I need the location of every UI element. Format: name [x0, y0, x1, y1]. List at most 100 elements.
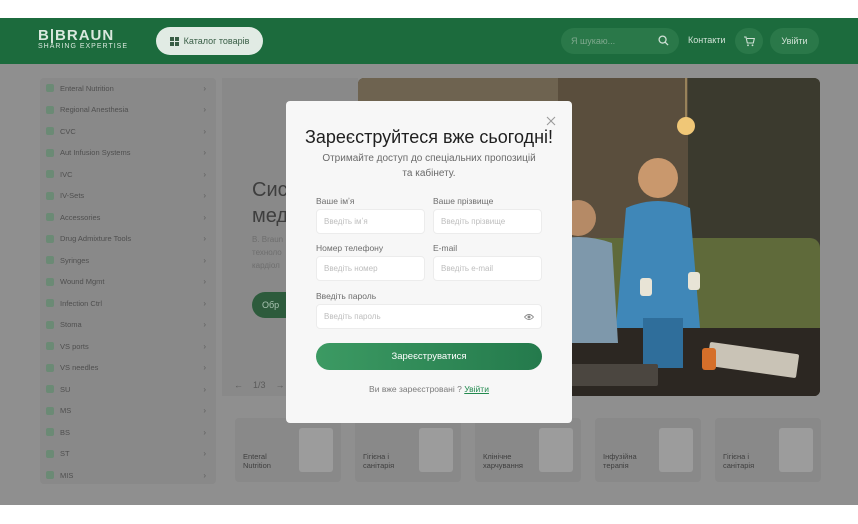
sidebar-item-label: CVC [60, 126, 76, 136]
category-card-label: Інфузійна терапія [603, 452, 637, 470]
password-label: Введіть пароль [316, 291, 377, 301]
search-icon[interactable] [658, 35, 669, 46]
sidebar-item[interactable]: Regional Anesthesia › [46, 103, 212, 117]
sidebar-item[interactable]: CVC › [46, 124, 212, 138]
chevron-right-icon: › [203, 470, 206, 480]
sidebar-item[interactable]: Accessories › [46, 210, 212, 224]
hero-cta-button[interactable]: Обр [252, 292, 288, 318]
category-card[interactable]: Гігієна і санітарія [715, 418, 821, 482]
sidebar-item[interactable]: Drug Admixture Tools › [46, 232, 212, 246]
sidebar-item-label: IVC [60, 169, 73, 179]
category-icon [46, 320, 54, 329]
first-name-field[interactable]: Введіть імʼя [316, 209, 425, 234]
signin-link[interactable]: Увійти [464, 384, 489, 394]
product-thumbnail [659, 428, 693, 472]
category-icon [46, 299, 54, 307]
category-card[interactable]: Enteral Nutrition [235, 418, 341, 482]
close-icon[interactable] [545, 115, 557, 127]
category-icon [46, 385, 54, 393]
category-card[interactable]: Клінічне харчування [475, 418, 581, 482]
sidebar-item-label: MS [60, 406, 72, 415]
category-card[interactable]: Гігієна і санітарія [355, 418, 461, 482]
chevron-right-icon: › [203, 406, 206, 415]
hero-text-line: кардіол [252, 261, 280, 270]
category-icon [46, 170, 54, 178]
sidebar-item[interactable]: Enteral Nutrition › [46, 81, 212, 95]
category-icon [46, 342, 54, 350]
email-field[interactable]: Введіть e-mail [433, 256, 542, 281]
sidebar-item[interactable]: IVC › [46, 167, 212, 181]
catalog-button[interactable]: Каталог товарів [156, 27, 263, 55]
category-icon [46, 406, 54, 415]
sidebar-item[interactable]: MIS › [46, 468, 212, 482]
category-card[interactable]: Інфузійна терапія [595, 418, 701, 482]
category-icon [46, 148, 54, 157]
chevron-right-icon: › [203, 449, 206, 458]
sidebar-item[interactable]: Syringes › [46, 253, 212, 267]
contacts-link[interactable]: Контакти [688, 35, 725, 45]
sidebar-item[interactable]: VS needles › [46, 361, 212, 375]
phone-placeholder: Введіть номер [324, 264, 378, 273]
hero-text-line: B. Braun [252, 235, 284, 244]
eye-icon[interactable] [524, 313, 534, 321]
sidebar-item-label: VS needles [60, 363, 99, 372]
phone-label: Номер телефону [316, 243, 384, 253]
chevron-right-icon: › [203, 105, 206, 114]
sidebar-item-label: Accessories [60, 212, 101, 222]
top-strip [0, 0, 858, 18]
sidebar-item[interactable]: VS ports › [46, 339, 212, 353]
brand-logo[interactable]: B|BRAUN SHARING EXPERTISE [38, 27, 128, 50]
sidebar-item-label: SU [60, 384, 71, 394]
category-card-label: Гігієна і санітарія [363, 452, 395, 470]
chevron-right-icon: › [203, 384, 206, 394]
grid-icon [169, 36, 179, 46]
registration-modal: Зареєструйтеся вже сьогодні! Отримайте д… [286, 101, 572, 423]
register-button[interactable]: Зареєструватися [316, 343, 542, 370]
register-button-label: Зареєструватися [391, 351, 467, 362]
sidebar-item[interactable]: Stoma › [46, 318, 212, 332]
arrow-right-icon[interactable]: → [276, 380, 285, 390]
category-card-label: Enteral Nutrition [243, 452, 271, 470]
arrow-left-icon[interactable]: ← [234, 380, 243, 390]
sidebar-item[interactable]: MS › [46, 404, 212, 418]
chevron-right-icon: › [203, 363, 206, 372]
hero-title-line: Сис [252, 179, 288, 201]
category-icon [46, 256, 54, 264]
logo-wordmark: B|BRAUN [38, 27, 115, 44]
password-placeholder: Введіть пароль [324, 312, 381, 321]
sidebar-item[interactable]: SU › [46, 382, 212, 396]
chevron-right-icon: › [203, 126, 206, 136]
category-icon [46, 191, 54, 200]
last-name-label: Ваше прізвище [433, 196, 494, 206]
chevron-right-icon: › [203, 191, 206, 200]
password-field[interactable]: Введіть пароль [316, 304, 542, 329]
product-thumbnail [539, 428, 573, 472]
search-input[interactable]: Я шукаю... [561, 28, 679, 54]
sidebar-item[interactable]: IV-Sets › [46, 189, 212, 203]
login-button[interactable]: Увійти [770, 28, 819, 54]
already-registered-text: Ви вже зареєстровані ? [369, 384, 462, 394]
sidebar-item[interactable]: BS › [46, 425, 212, 439]
email-label: E-mail [433, 243, 458, 253]
sidebar-item-label: Stoma [60, 320, 82, 329]
sidebar-item[interactable]: Wound Mgmt › [46, 275, 212, 289]
phone-field[interactable]: Введіть номер [316, 256, 425, 281]
product-thumbnail [419, 428, 453, 472]
sidebar-item[interactable]: Aut Infusion Systems › [46, 146, 212, 160]
chevron-right-icon: › [203, 298, 206, 308]
category-sidebar: Enteral Nutrition › Regional Anesthesia › … [40, 78, 216, 484]
last-name-field[interactable]: Введіть прізвище [433, 209, 542, 234]
cart-button[interactable] [735, 28, 763, 54]
category-icon [46, 127, 54, 135]
sidebar-item[interactable]: ST › [46, 447, 212, 461]
chevron-right-icon: › [203, 169, 206, 179]
category-icon [46, 234, 54, 243]
chevron-right-icon: › [203, 277, 206, 286]
modal-title: Зареєструйтеся вже сьогодні! [304, 127, 554, 147]
sidebar-item-label: MIS [60, 470, 74, 480]
sidebar-item-label: Enteral Nutrition [60, 83, 114, 93]
sidebar-item[interactable]: Infection Ctrl › [46, 296, 212, 310]
category-icon [46, 213, 54, 221]
category-icon [46, 277, 54, 286]
hero-title-line: мед [252, 205, 289, 227]
